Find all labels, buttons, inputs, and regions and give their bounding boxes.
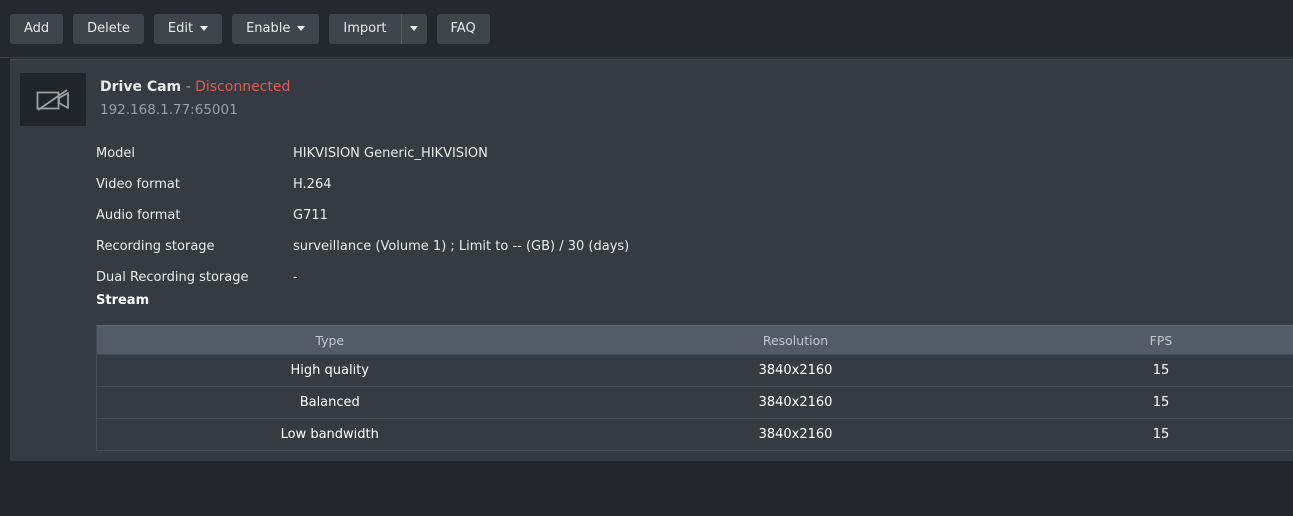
detail-value: H.264	[293, 177, 1196, 192]
detail-value: -	[293, 270, 1196, 285]
import-button-label: Import	[343, 21, 386, 36]
column-header-resolution[interactable]: Resolution	[563, 326, 1029, 355]
enable-button-label: Enable	[246, 21, 290, 36]
cell-type: Balanced	[97, 387, 563, 419]
enable-button[interactable]: Enable	[232, 14, 319, 44]
detail-value: surveillance (Volume 1) ; Limit to -- (G…	[293, 239, 1196, 254]
detail-label: Model	[96, 146, 293, 161]
detail-label: Dual Recording storage	[96, 270, 293, 285]
cell-resolution: 3840x2160	[563, 355, 1029, 387]
detail-row: Model HIKVISION Generic_HIKVISION	[96, 138, 1196, 169]
cell-type: Low bandwidth	[97, 419, 563, 451]
chevron-down-icon	[410, 26, 418, 31]
cell-resolution: 3840x2160	[563, 387, 1029, 419]
column-header-fps[interactable]: FPS	[1029, 326, 1293, 355]
camera-address: 192.168.1.77:65001	[100, 102, 290, 118]
main-toolbar: Add Delete Edit Enable Import FAQ	[0, 0, 1293, 58]
add-button[interactable]: Add	[10, 14, 63, 44]
camera-thumbnail	[20, 73, 86, 126]
table-row[interactable]: High quality 3840x2160 15	[97, 355, 1293, 387]
cell-fps: 15	[1029, 419, 1293, 451]
detail-row: Dual Recording storage -	[96, 262, 1196, 293]
delete-button-label: Delete	[87, 21, 130, 36]
import-split-button: Import	[329, 14, 426, 44]
camera-header-text: Drive Cam - Disconnected 192.168.1.77:65…	[100, 73, 290, 118]
camera-header: Drive Cam - Disconnected 192.168.1.77:65…	[20, 73, 290, 126]
import-dropdown-button[interactable]	[401, 14, 427, 44]
detail-row: Recording storage surveillance (Volume 1…	[96, 231, 1196, 262]
detail-row: Audio format G711	[96, 200, 1196, 231]
detail-value: HIKVISION Generic_HIKVISION	[293, 146, 1196, 161]
camera-title-separator: -	[181, 79, 195, 95]
detail-row: Video format H.264	[96, 169, 1196, 200]
camera-name: Drive Cam	[100, 79, 181, 95]
detail-label: Recording storage	[96, 239, 293, 254]
table-header-row: Type Resolution FPS	[97, 326, 1293, 355]
faq-button[interactable]: FAQ	[437, 14, 490, 44]
chevron-down-icon	[297, 26, 305, 31]
faq-button-label: FAQ	[451, 21, 476, 36]
detail-label: Audio format	[96, 208, 293, 223]
chevron-down-icon	[200, 26, 208, 31]
cell-fps: 15	[1029, 355, 1293, 387]
camera-details-list: Model HIKVISION Generic_HIKVISION Video …	[96, 138, 1196, 293]
detail-label: Video format	[96, 177, 293, 192]
cell-type: High quality	[97, 355, 563, 387]
stream-section-heading: Stream	[96, 293, 149, 308]
import-button[interactable]: Import	[329, 14, 400, 44]
stream-table: Type Resolution FPS High quality 3840x21…	[96, 325, 1293, 451]
status-badge: Disconnected	[195, 79, 290, 95]
edit-button[interactable]: Edit	[154, 14, 222, 44]
table-row[interactable]: Low bandwidth 3840x2160 15	[97, 419, 1293, 451]
table-row[interactable]: Balanced 3840x2160 15	[97, 387, 1293, 419]
cell-resolution: 3840x2160	[563, 419, 1029, 451]
delete-button[interactable]: Delete	[73, 14, 144, 44]
camera-title-line: Drive Cam - Disconnected	[100, 78, 290, 96]
edit-button-label: Edit	[168, 21, 193, 36]
column-header-type[interactable]: Type	[97, 326, 563, 355]
add-button-label: Add	[24, 21, 49, 36]
cell-fps: 15	[1029, 387, 1293, 419]
detail-value: G711	[293, 208, 1196, 223]
camera-off-icon	[36, 87, 70, 113]
camera-detail-panel: Drive Cam - Disconnected 192.168.1.77:65…	[10, 59, 1293, 461]
